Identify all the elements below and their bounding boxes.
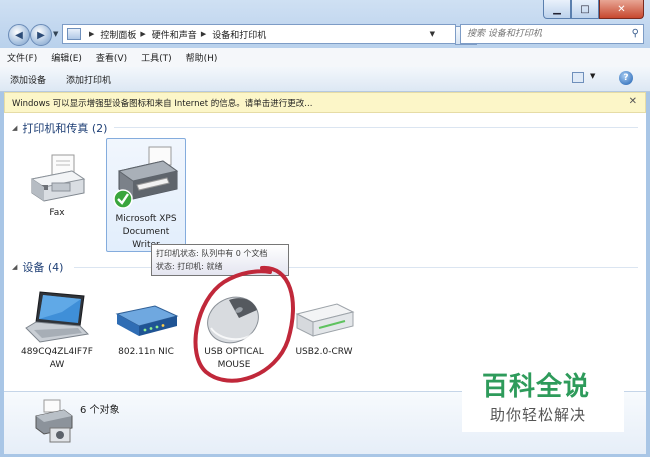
tooltip-line: 打印机状态: 队列中有 0 个文档: [156, 249, 268, 258]
info-bar-text: Windows 可以显示增强型设备图标和来自 Internet 的信息。请单击进…: [12, 98, 313, 109]
devices-pane: ◢ 打印机和传真 (2) Fax Microsoft XPS Document …: [4, 113, 646, 391]
breadcrumb-devices-printers[interactable]: 设备和打印机: [212, 28, 266, 41]
minimize-button[interactable]: ▁: [543, 0, 571, 19]
device-label: 802.11n NIC: [118, 347, 174, 357]
device-xps-writer[interactable]: Microsoft XPS Document Writer: [106, 138, 186, 252]
watermark-title: 百科全说: [482, 372, 591, 402]
breadcrumb-hardware-sound[interactable]: 硬件和声音: [152, 28, 197, 41]
control-panel-icon: [67, 28, 81, 40]
add-device-button[interactable]: 添加设备: [0, 73, 56, 86]
menu-bar: 文件(F) 编辑(E) 查看(V) 工具(T) 帮助(H): [0, 48, 650, 68]
back-button[interactable]: ◀: [8, 24, 30, 46]
device-label-line: AW: [49, 360, 65, 370]
search-icon[interactable]: ⚲: [632, 28, 639, 39]
info-bar[interactable]: Windows 可以显示增强型设备图标和来自 Internet 的信息。请单击进…: [4, 92, 646, 113]
window: ▁ □ ✕ ◀ ▶ ▼ ▶ 控制面板 ▶ 硬件和声音 ▶ 设备和打印机 ▼ ↻ …: [0, 0, 650, 457]
change-view-icon[interactable]: [572, 72, 584, 83]
device-fax[interactable]: Fax: [17, 153, 97, 220]
breadcrumb-separator-icon[interactable]: ▶: [89, 30, 94, 38]
caption-buttons: ▁ □ ✕: [543, 0, 644, 19]
group-header-devices[interactable]: ◢ 设备 (4): [12, 259, 63, 275]
menu-view[interactable]: 查看(V): [89, 51, 134, 64]
laptop-icon: [25, 291, 90, 343]
device-label-line: MOUSE: [217, 360, 251, 370]
title-bar: ▁ □ ✕ ◀ ▶ ▼ ▶ 控制面板 ▶ 硬件和声音 ▶ 设备和打印机 ▼ ↻ …: [0, 0, 650, 48]
device-laptop[interactable]: 489CQ4ZL4IF7F AW: [17, 288, 97, 372]
breadcrumb-control-panel[interactable]: 控制面板: [100, 28, 136, 41]
add-printer-button[interactable]: 添加打印机: [56, 73, 121, 86]
group-title: 设备 (4): [22, 261, 64, 274]
address-history-dropdown[interactable]: ▼: [430, 30, 435, 38]
printer-icon: [113, 146, 179, 209]
device-card-reader[interactable]: USB2.0-CRW: [284, 288, 364, 359]
watermark-subtitle: 助你轻松解决: [490, 406, 587, 424]
device-label: Fax: [49, 208, 65, 218]
device-label-line: 489CQ4ZL4IF7F: [21, 347, 93, 357]
collapse-triangle-icon[interactable]: ◢: [12, 263, 17, 271]
printer-status-tooltip: 打印机状态: 队列中有 0 个文档 状态: 打印机: 就绪: [151, 244, 289, 276]
fax-icon: [30, 154, 86, 202]
address-bar[interactable]: ▶ 控制面板 ▶ 硬件和声音 ▶ 设备和打印机 ▼ ↻: [62, 24, 477, 45]
mouse-icon: [207, 296, 259, 344]
back-arrow-icon: ◀: [15, 29, 23, 41]
menu-edit[interactable]: 编辑(E): [44, 51, 89, 64]
menu-help[interactable]: 帮助(H): [179, 51, 225, 64]
device-label: USB OPTICAL MOUSE: [194, 346, 274, 372]
command-bar: 添加设备 添加打印机 ▼ ?: [0, 67, 650, 92]
device-usb-mouse[interactable]: USB OPTICAL MOUSE: [194, 288, 274, 372]
close-button[interactable]: ✕: [599, 0, 644, 19]
menu-tools[interactable]: 工具(T): [134, 51, 179, 64]
devices-printers-icon: [35, 399, 73, 443]
search-input[interactable]: [461, 28, 629, 40]
tooltip-line: 状态: 打印机: 就绪: [156, 262, 223, 271]
breadcrumb-separator-icon[interactable]: ▶: [201, 30, 206, 38]
drive-icon: [295, 303, 355, 337]
recent-pages-dropdown[interactable]: ▼: [53, 30, 58, 38]
view-options-dropdown[interactable]: ▼: [590, 72, 595, 80]
device-label-line: USB OPTICAL: [204, 347, 264, 357]
breadcrumb-separator-icon[interactable]: ▶: [140, 30, 145, 38]
device-wifi-nic[interactable]: 802.11n NIC: [106, 288, 186, 359]
watermark: 百科全说 助你轻松解决: [462, 358, 624, 432]
device-label: USB2.0-CRW: [295, 347, 353, 357]
help-icon[interactable]: ?: [619, 71, 633, 85]
device-label-line: Microsoft XPS: [115, 214, 177, 224]
menu-file[interactable]: 文件(F): [0, 51, 44, 64]
search-box[interactable]: ⚲: [460, 24, 644, 44]
group-title: 打印机和传真 (2): [22, 122, 108, 135]
close-info-bar-icon[interactable]: ✕: [629, 96, 637, 107]
collapse-triangle-icon[interactable]: ◢: [12, 124, 17, 132]
maximize-button[interactable]: □: [571, 0, 599, 19]
group-divider: [114, 127, 638, 128]
group-header-printers[interactable]: ◢ 打印机和传真 (2): [12, 120, 107, 136]
router-icon: [115, 305, 179, 336]
forward-arrow-icon: ▶: [37, 29, 45, 41]
device-label-line: Document: [122, 227, 170, 237]
breadcrumb: ▶ 控制面板 ▶ 硬件和声音 ▶ 设备和打印机: [85, 28, 266, 41]
device-label: 489CQ4ZL4IF7F AW: [17, 346, 97, 372]
forward-button[interactable]: ▶: [30, 24, 52, 46]
object-count: 6 个对象: [80, 405, 120, 416]
